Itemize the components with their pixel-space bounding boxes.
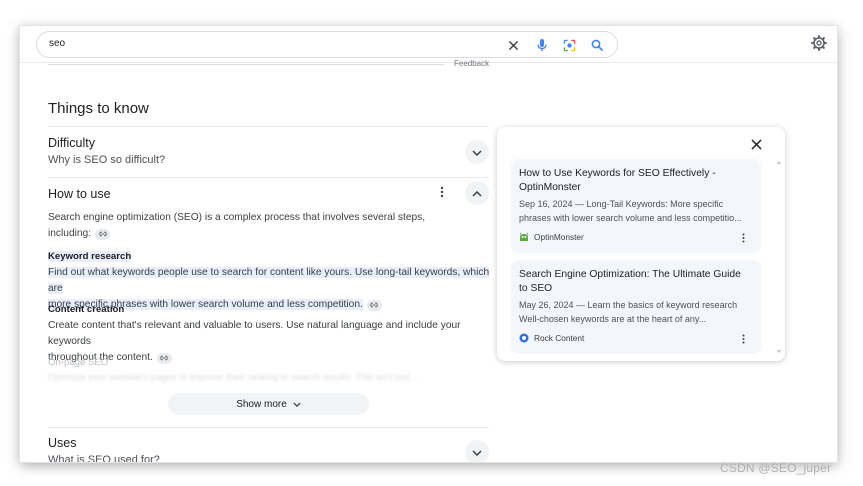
source-attribution: Rock Content — [519, 333, 584, 343]
clear-icon[interactable] — [503, 35, 523, 55]
chevron-down-icon — [472, 443, 482, 461]
topic-how-to-use-title[interactable]: How to use — [48, 187, 111, 201]
source-card-snippet: Sep 16, 2024 — Long-Tail Keywords: More … — [519, 197, 755, 225]
divider — [48, 427, 489, 428]
source-card-title[interactable]: Search Engine Optimization: The Ultimate… — [519, 268, 747, 295]
expand-difficulty-button[interactable] — [465, 140, 489, 164]
keyword-research-heading: Keyword research — [48, 251, 132, 262]
intro-line-text: including: — [48, 228, 92, 239]
keyword-research-heading-text: Keyword research — [48, 251, 132, 262]
how-to-use-intro: Search engine optimization (SEO) is a co… — [48, 210, 493, 242]
source-attribution: OptinMonster — [519, 232, 584, 242]
watermark: CSDN @SEO_juper — [720, 461, 832, 475]
source-card-snippet: May 26, 2024 — Learn the basics of keywo… — [519, 298, 755, 326]
source-name: Rock Content — [534, 333, 585, 343]
source-name: OptinMonster — [534, 232, 584, 242]
snippet-line: May 26, 2024 — Learn the basics of keywo… — [519, 300, 738, 310]
snippet-line: phrases with lower search volume and les… — [519, 213, 742, 223]
source-card-title[interactable]: How to Use Keywords for SEO Effectively … — [519, 167, 747, 194]
chevron-down-icon — [472, 143, 482, 161]
show-more-button[interactable]: Show more — [168, 393, 369, 415]
source-card[interactable]: How to Use Keywords for SEO Effectively … — [511, 159, 761, 253]
optinmonster-logo-icon — [519, 232, 529, 242]
more-options-icon[interactable] — [434, 184, 450, 200]
close-icon[interactable] — [747, 135, 765, 153]
on-page-seo-text: Optimize your website's pages to improve… — [48, 372, 418, 382]
feedback-link[interactable]: Feedback — [454, 59, 489, 68]
browser-window: seo Feedback Things to know Difficulty W… — [20, 26, 837, 462]
things-to-know-title: Things to know — [48, 100, 149, 117]
topic-difficulty-title[interactable]: Difficulty — [48, 136, 95, 150]
keyword-line-text: Find out what keywords people use to sea… — [48, 267, 490, 294]
content-line: Create content that's relevant and valua… — [48, 320, 461, 347]
snippet-line: Sep 16, 2024 — Long-Tail Keywords: More … — [519, 199, 724, 209]
search-bar[interactable]: seo — [36, 31, 618, 58]
sources-panel: How to Use Keywords for SEO Effectively … — [497, 127, 785, 361]
header-divider — [20, 62, 837, 63]
lens-icon[interactable] — [559, 35, 579, 55]
show-more-label: Show more — [236, 398, 287, 410]
more-options-icon[interactable] — [737, 231, 749, 245]
intro-line: Search engine optimization (SEO) is a co… — [48, 212, 426, 223]
panel-scrollbar[interactable] — [776, 157, 782, 357]
source-card[interactable]: Search Engine Optimization: The Ultimate… — [511, 260, 761, 354]
link-icon[interactable] — [366, 299, 382, 311]
link-icon[interactable] — [156, 352, 172, 364]
search-input[interactable]: seo — [49, 38, 65, 49]
divider — [48, 177, 489, 178]
link-icon[interactable] — [95, 228, 111, 240]
on-page-seo-heading: On-page SEO — [48, 357, 109, 368]
content-creation-heading: Content creation — [48, 304, 125, 315]
chevron-up-icon — [472, 184, 482, 202]
search-icon[interactable] — [587, 35, 607, 55]
chevron-down-icon — [293, 401, 301, 407]
settings-gear-icon[interactable] — [808, 32, 830, 54]
feedback-divider — [48, 64, 444, 65]
topic-uses-title[interactable]: Uses — [48, 436, 76, 450]
microphone-icon[interactable] — [532, 35, 552, 55]
divider — [48, 126, 489, 127]
content-line: throughout the content. — [48, 350, 493, 366]
intro-line: including: — [48, 226, 493, 242]
expand-uses-button[interactable] — [465, 440, 489, 462]
collapse-how-to-use-button[interactable] — [465, 181, 489, 205]
keyword-line: Find out what keywords people use to sea… — [48, 265, 493, 297]
content-creation-text: Create content that's relevant and valua… — [48, 318, 493, 366]
more-options-icon[interactable] — [737, 332, 749, 346]
topic-uses-subtitle: What is SEO used for? — [48, 454, 160, 462]
snippet-line: Well-chosen keywords are at the heart of… — [519, 314, 707, 324]
rock-content-logo-icon — [519, 333, 529, 343]
topic-difficulty-subtitle: Why is SEO so difficult? — [48, 154, 166, 166]
